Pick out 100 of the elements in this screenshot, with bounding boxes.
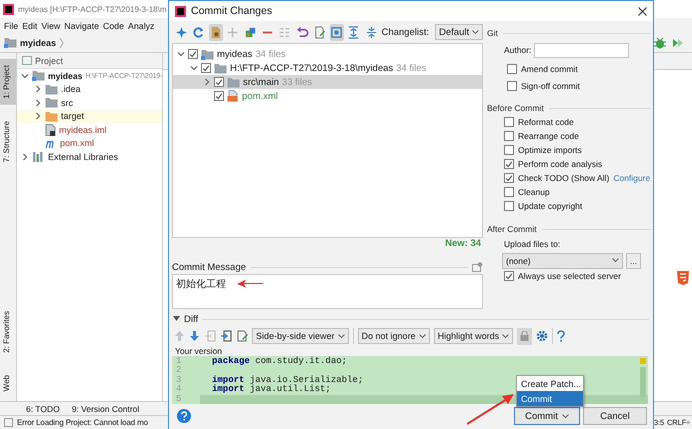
- tool-window-tab[interactable]: Web: [0, 368, 16, 397]
- change-marker: [640, 358, 646, 364]
- tool-window-tab[interactable]: 1: Project: [0, 59, 16, 105]
- configure-link[interactable]: Configure: [613, 173, 650, 183]
- checkbox[interactable]: [504, 131, 514, 141]
- code-line: package com.study.it.dao;: [211, 357, 348, 366]
- highlight-select[interactable]: Highlight words: [434, 328, 514, 344]
- menu-item[interactable]: File: [4, 20, 18, 30]
- caret-icon: [612, 258, 619, 263]
- module-folder-icon: [201, 48, 214, 60]
- option-label: Check TODO (Show All): [518, 173, 610, 183]
- caret-icon: [562, 414, 569, 418]
- field-label: Commit Message: [172, 262, 246, 272]
- help-icon[interactable]: [177, 409, 191, 423]
- checkbox[interactable]: [504, 187, 514, 197]
- checkbox[interactable]: [504, 145, 514, 155]
- chevron-down-icon[interactable]: [21, 72, 29, 80]
- lock-icon[interactable]: [517, 328, 532, 344]
- menu-item[interactable]: Code: [103, 20, 124, 30]
- tree-item-label: src\main: [243, 76, 279, 88]
- chevron-right-icon[interactable]: [21, 152, 29, 161]
- breadcrumb-item[interactable]: myideas: [20, 38, 56, 48]
- run-icon[interactable]: [672, 36, 684, 48]
- tree-row[interactable]: src\main 33 files: [173, 75, 482, 89]
- menu-item[interactable]: View: [41, 20, 60, 30]
- html-file-icon: [677, 271, 689, 285]
- file-count: 34 files: [396, 62, 426, 74]
- checkbox[interactable]: [214, 77, 224, 87]
- tree-row[interactable]: H:\FTP-ACCP-T27\2019-3-18\myideas 34 files: [173, 61, 482, 75]
- tree-item[interactable]: target: [61, 111, 84, 122]
- browse-button[interactable]: ...: [626, 252, 641, 268]
- chevron-down-icon[interactable]: [177, 50, 185, 58]
- line-number: 5: [172, 394, 200, 404]
- document-icon[interactable]: [208, 24, 223, 40]
- dialog-title: Commit Changes: [191, 5, 274, 17]
- line-number: 4: [175, 385, 182, 395]
- side-label: Your version: [174, 347, 223, 356]
- folder-icon: [227, 76, 240, 88]
- chevron-right-icon[interactable]: [34, 85, 42, 94]
- chevron-down-icon[interactable]: [190, 64, 198, 72]
- chevron-right-icon[interactable]: [34, 112, 42, 120]
- chevron-right-icon[interactable]: [34, 98, 42, 107]
- checkbox[interactable]: [504, 201, 514, 211]
- caret-icon: [472, 30, 479, 34]
- tree-row[interactable]: pom.xml: [173, 89, 482, 103]
- tool-window-button[interactable]: 6: TODO: [26, 404, 60, 414]
- collapse-triangle-icon[interactable]: [173, 316, 180, 322]
- option-label: Amend commit: [521, 64, 578, 74]
- tree-item-label: H:\FTP-ACCP-T27\2019-3-18\myideas: [230, 62, 394, 74]
- checkbox[interactable]: [507, 64, 517, 74]
- tree-item[interactable]: myideas.iml: [59, 124, 107, 135]
- tree-item[interactable]: pom.xml: [60, 138, 94, 148]
- edit-icon[interactable]: [236, 330, 248, 342]
- viewer-select[interactable]: Side-by-side viewer: [252, 328, 349, 344]
- caret-icon: [418, 334, 426, 338]
- commit-button[interactable]: Commit: [514, 407, 580, 425]
- open-file-icon[interactable]: [220, 330, 232, 342]
- checkbox[interactable]: [507, 80, 517, 90]
- option-label: Optimize imports: [518, 145, 582, 155]
- cancel-button[interactable]: Cancel: [583, 407, 647, 425]
- code-line: import java.util.List;: [211, 385, 331, 395]
- code-line: import java.io.Serializable;: [211, 376, 364, 385]
- checkbox[interactable]: [504, 173, 514, 183]
- checkbox[interactable]: [504, 159, 514, 169]
- checkbox[interactable]: [214, 91, 224, 101]
- tree-row[interactable]: myideas 34 files: [173, 47, 482, 61]
- changelist-select[interactable]: Default: [435, 24, 483, 40]
- group-icon[interactable]: [330, 24, 344, 40]
- chevron-right-icon[interactable]: [203, 78, 211, 86]
- tree-item[interactable]: src: [61, 98, 73, 108]
- file-count: 34 files: [255, 48, 286, 60]
- tree-item[interactable]: External Libraries: [48, 152, 118, 162]
- tree-item[interactable]: .idea: [61, 84, 81, 94]
- help-icon[interactable]: [557, 330, 566, 342]
- menu-item[interactable]: Analyz: [128, 20, 154, 30]
- line-number: 3: [175, 376, 182, 385]
- settings-icon[interactable]: [536, 330, 548, 342]
- menu-item[interactable]: Navigate: [64, 20, 100, 30]
- menu-item[interactable]: Commit: [517, 391, 583, 406]
- window-title: myideas [H:\FTP-ACCP-T27\2019-3-18\m: [18, 4, 166, 14]
- down-arrow-icon[interactable]: [189, 330, 200, 342]
- tool-window-button[interactable]: 9: Version Control: [72, 404, 140, 414]
- module-folder-icon: [4, 37, 17, 48]
- tool-window-tab[interactable]: 2: Favorites: [0, 304, 16, 359]
- author-field[interactable]: [534, 42, 630, 58]
- tool-window-tab[interactable]: 7: Structure: [0, 114, 16, 168]
- commit-message-field[interactable]: 初始化工程: [172, 274, 483, 309]
- line-number: 1: [175, 357, 182, 366]
- server-select[interactable]: (none): [502, 252, 623, 268]
- whitespace-select[interactable]: Do not ignore: [358, 328, 430, 344]
- tree-item[interactable]: myideas: [48, 70, 82, 81]
- checkbox[interactable]: [504, 117, 514, 127]
- xml-file-icon: [227, 90, 239, 102]
- changelist-label: Changelist:: [381, 26, 429, 38]
- menu-item[interactable]: Create Patch...: [517, 376, 583, 391]
- menu-item[interactable]: Edit: [22, 20, 38, 30]
- checkbox[interactable]: [504, 271, 514, 281]
- checkbox[interactable]: [188, 49, 198, 59]
- close-icon[interactable]: [638, 6, 647, 16]
- checkbox[interactable]: [201, 63, 211, 73]
